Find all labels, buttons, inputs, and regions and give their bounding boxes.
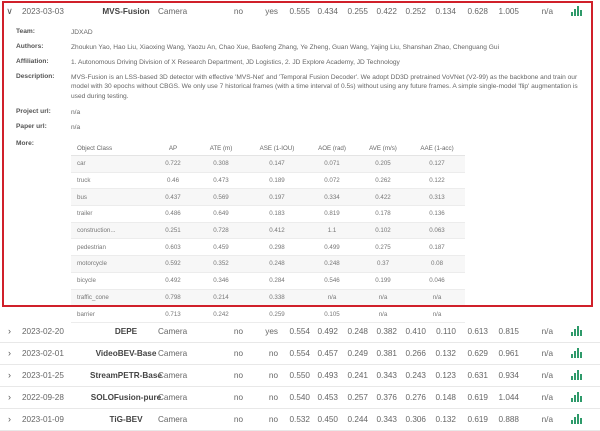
entry-tta: no <box>268 371 278 380</box>
table-row[interactable]: › 2022-09-28 SOLOFusion-pure Camera no no 0.54… <box>0 387 600 409</box>
entry-modality: Camera <box>158 349 188 358</box>
entry-metric: 0.629 <box>467 349 489 358</box>
table-row[interactable]: › 2023-01-25 StreamPETR-Base Camera no no 0.55… <box>0 365 600 387</box>
entry-metric: 0.961 <box>498 349 520 358</box>
entry-metric: 0.148 <box>435 393 457 402</box>
entry-extra-data: no <box>233 349 243 358</box>
entry-date: 2023-01-25 <box>22 371 64 380</box>
entry-date: 2023-02-01 <box>22 349 64 358</box>
entry-metric: 0.619 <box>467 393 489 402</box>
entry-metric: 0.110 <box>436 327 456 336</box>
entry-metric: 0.631 <box>467 371 489 380</box>
entry-last: n/a <box>541 327 553 336</box>
table-row[interactable]: › 2023-01-09 TiG-BEV Camera no no 0.532 0.450 0.… <box>0 409 600 431</box>
entry-extra-data: no <box>233 415 243 424</box>
entry-extra-data: no <box>233 327 243 336</box>
entry-modality: Camera <box>158 371 188 380</box>
entry-date: 2023-01-09 <box>22 415 64 424</box>
entry-last: n/a <box>541 349 553 358</box>
metric-cell: 0.259 <box>247 305 307 323</box>
bar-chart-icon[interactable] <box>571 370 582 380</box>
entry-metric: 0.410 <box>405 327 427 336</box>
entry-metric: 0.453 <box>317 393 339 402</box>
entry-metric: 0.450 <box>317 415 339 424</box>
entry-date: 2022-09-28 <box>22 393 64 402</box>
entry-metric: 0.815 <box>498 327 520 336</box>
chevron-right-icon[interactable]: › <box>5 371 14 380</box>
metric-cell: 0.105 <box>307 305 357 323</box>
metric-cell: n/a <box>357 305 409 323</box>
entry-last: n/a <box>541 393 553 402</box>
entry-modality: Camera <box>158 415 188 424</box>
entry-tta: no <box>268 393 278 402</box>
entry-metric: 1.044 <box>498 393 520 402</box>
entry-extra-data: no <box>233 393 243 402</box>
bar-chart-icon[interactable] <box>571 326 582 336</box>
table-row[interactable]: › 2023-02-20 DEPE Camera no yes 0.554 0.492 0.24… <box>0 321 600 343</box>
entry-modality: Camera <box>158 393 188 402</box>
bar-chart-icon[interactable] <box>571 392 582 402</box>
entry-metric: 0.619 <box>467 415 489 424</box>
table-row: barrier 0.713 0.242 0.259 0.105 n/a n/a <box>71 305 465 323</box>
chevron-right-icon[interactable]: › <box>5 327 14 336</box>
entry-metric: 0.492 <box>317 327 339 336</box>
bar-chart-icon[interactable] <box>571 414 582 424</box>
bar-chart-icon[interactable] <box>571 348 582 358</box>
entry-metric: 0.306 <box>405 415 427 424</box>
chevron-right-icon[interactable]: › <box>5 393 14 402</box>
entry-metric: 0.276 <box>405 393 427 402</box>
entry-last: n/a <box>541 415 553 424</box>
table-row[interactable]: › 2023-02-01 VideoBEV-Base Camera no no 0.554 0… <box>0 343 600 365</box>
entry-metric: 0.493 <box>317 371 339 380</box>
metric-cell: n/a <box>409 305 465 323</box>
chevron-right-icon[interactable]: › <box>5 415 14 424</box>
chevron-right-icon[interactable]: › <box>5 349 14 358</box>
entry-last: n/a <box>541 371 553 380</box>
entry-modality: Camera <box>158 327 188 336</box>
entry-metric: 0.123 <box>435 371 457 380</box>
entry-metric: 0.888 <box>498 415 520 424</box>
leaderboard-table: ∨ 2023-03-03 MVS-Fusion Camera no yes 0.… <box>0 0 600 431</box>
entry-metric: 0.132 <box>435 349 457 358</box>
entry-tta: no <box>268 349 278 358</box>
entry-tta: no <box>268 415 278 424</box>
expanded-entry-highlight <box>2 1 593 307</box>
entry-metric: 0.613 <box>467 327 489 336</box>
object-class-cell: barrier <box>71 305 151 323</box>
entry-tta: yes <box>265 327 278 336</box>
entry-metric: 0.266 <box>405 349 427 358</box>
entry-metric: 0.457 <box>317 349 339 358</box>
entry-metric: 0.132 <box>435 415 457 424</box>
entry-metric: 0.243 <box>405 371 427 380</box>
metric-cell: 0.242 <box>195 305 247 323</box>
entry-metric: 0.934 <box>498 371 520 380</box>
metric-cell: 0.713 <box>151 305 195 323</box>
entry-date: 2023-02-20 <box>22 327 64 336</box>
entry-extra-data: no <box>233 371 243 380</box>
